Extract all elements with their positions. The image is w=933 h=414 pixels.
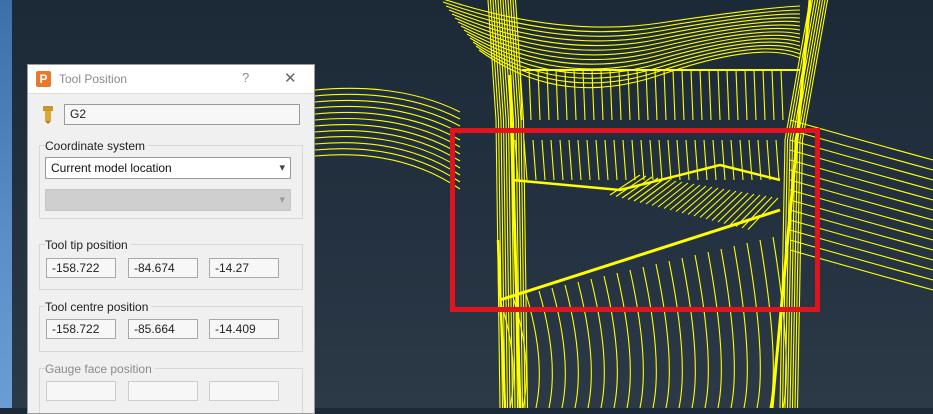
close-button[interactable]: ✕	[284, 69, 297, 87]
dialog-title: Tool Position	[59, 72, 128, 86]
toolpath-line	[681, 69, 685, 121]
toolpath-line	[663, 69, 667, 121]
highlight-box	[450, 128, 820, 312]
app-logo-icon: P	[36, 71, 51, 87]
tool-tip-position-label: Tool tip position	[45, 238, 131, 252]
toolpath-line	[744, 69, 748, 121]
toolpath-line	[627, 69, 631, 121]
toolpath-line	[582, 69, 586, 121]
toolpath-line	[672, 69, 676, 121]
gauge-face-position-label: Gauge face position	[45, 362, 155, 376]
toolpath-line	[690, 69, 694, 121]
toolpath-line	[564, 69, 568, 121]
toolpath-line	[537, 69, 541, 121]
toolpath-line	[762, 69, 766, 121]
tool-icon	[43, 106, 53, 124]
tool-centre-y-field[interactable]: -85.664	[128, 319, 198, 339]
tool-tip-x-field[interactable]: -158.722	[46, 258, 116, 278]
toolpath-line	[546, 69, 550, 121]
toolpath-line	[314, 154, 461, 190]
toolpath-line	[314, 148, 461, 183]
dialog-titlebar: P Tool Position ? ✕	[28, 65, 314, 94]
gauge-face-y-field	[128, 381, 198, 401]
coordinate-system-select[interactable]: Current model location ▾	[45, 157, 291, 179]
tool-position-dialog: P Tool Position ? ✕ G2 Coordinate system…	[27, 64, 315, 414]
toolpath-line	[618, 69, 622, 121]
toolpath-line	[555, 69, 559, 121]
toolpath-line	[771, 69, 775, 121]
gauge-face-x-field	[46, 381, 116, 401]
toolpath-line	[645, 69, 649, 121]
tool-centre-z-field[interactable]: -14.409	[209, 319, 279, 339]
toolpath-line	[726, 69, 730, 121]
coordinate-system-value: Current model location	[51, 161, 172, 175]
toolpath-line	[717, 69, 721, 121]
toolpath-line	[780, 69, 784, 121]
chevron-down-icon: ▾	[279, 162, 285, 174]
toolpath-line	[735, 69, 739, 121]
toolpath-line	[654, 69, 658, 121]
coordinate-system-label: Coordinate system	[45, 139, 149, 153]
toolpath-line	[591, 69, 595, 121]
toolpath-line	[699, 69, 703, 121]
secondary-coordinate-select: ▾	[45, 189, 291, 211]
toolpath-line	[753, 69, 757, 121]
tool-tip-y-field[interactable]: -84.674	[128, 258, 198, 278]
chevron-down-icon: ▾	[279, 194, 285, 206]
window-edge-strip	[0, 0, 12, 408]
gauge-face-z-field	[209, 381, 279, 401]
tool-name-field[interactable]: G2	[64, 104, 300, 125]
tool-centre-position-label: Tool centre position	[45, 300, 152, 314]
tool-centre-x-field[interactable]: -158.722	[46, 319, 116, 339]
help-button[interactable]: ?	[242, 70, 249, 85]
tool-tip-z-field[interactable]: -14.27	[209, 258, 279, 278]
toolpath-line	[708, 69, 712, 121]
